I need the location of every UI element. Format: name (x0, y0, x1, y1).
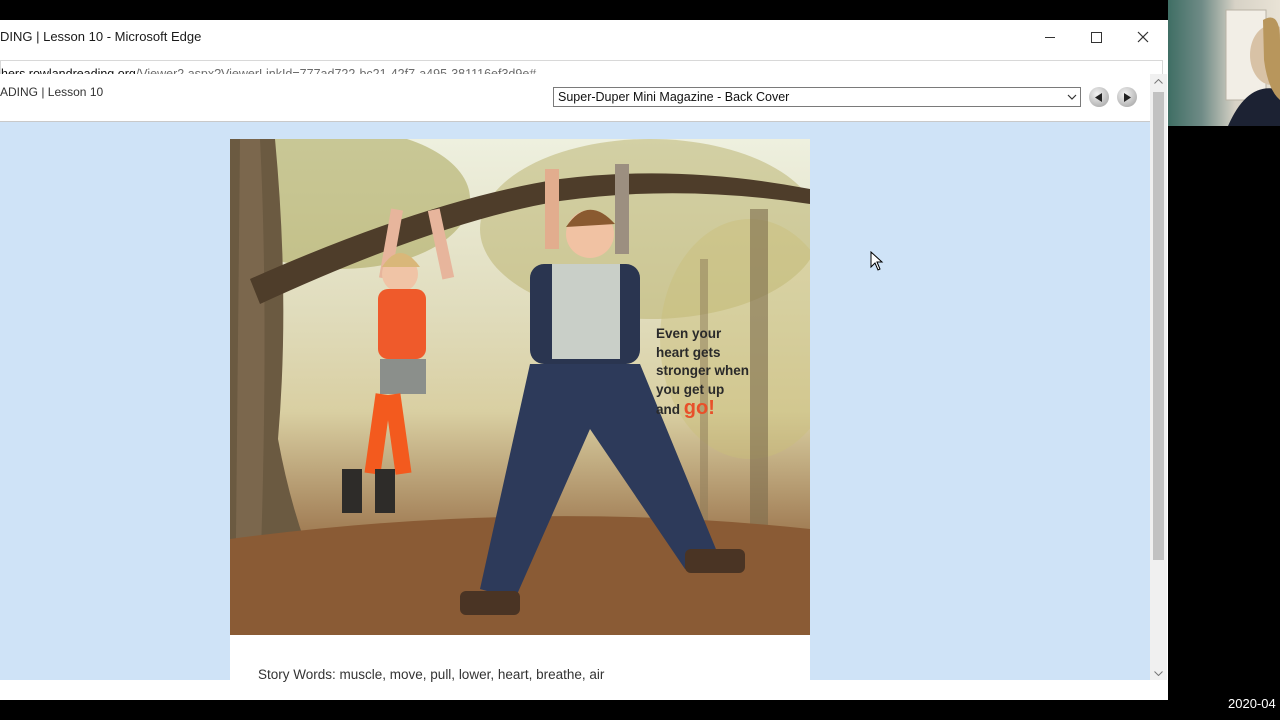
mouse-pointer-icon (870, 251, 884, 271)
chevron-down-icon (1154, 670, 1163, 676)
previous-page-button[interactable] (1089, 87, 1109, 107)
story-words: Story Words: muscle, move, pull, lower, … (258, 667, 605, 682)
breadcrumb: ADING | Lesson 10 (0, 85, 104, 99)
recording-timestamp: 2020-04 (1228, 696, 1276, 711)
close-button[interactable] (1121, 24, 1165, 50)
next-page-button[interactable] (1117, 87, 1137, 107)
minimize-icon (1045, 36, 1055, 38)
caption-line: heart gets (656, 344, 721, 360)
viewer-header: ADING | Lesson 10 Super-Duper Mini Magaz… (0, 74, 1150, 122)
caption-line-last: and go! (656, 397, 749, 420)
next-page-icon (1124, 92, 1131, 102)
caption-emphasis: go! (683, 397, 715, 419)
page-select-value: Super-Duper Mini Magazine - Back Cover (558, 90, 790, 104)
window-title: DING | Lesson 10 - Microsoft Edge (0, 29, 202, 44)
webcam-illustration (1225, 9, 1280, 126)
page-canvas: Even your heart gets stronger when you g… (0, 123, 1150, 699)
scroll-up-button[interactable] (1150, 74, 1167, 88)
scroll-thumb[interactable] (1153, 92, 1164, 560)
title-bar: DING | Lesson 10 - Microsoft Edge (0, 20, 1168, 53)
caption-line: stronger when (656, 363, 750, 378)
caption-line: and (656, 402, 681, 417)
chevron-down-icon (1064, 88, 1080, 106)
close-icon (1137, 31, 1149, 43)
minimize-button[interactable] (1028, 24, 1072, 50)
page-select[interactable]: Super-Duper Mini Magazine - Back Cover (553, 87, 1081, 107)
webcam-feed (1168, 0, 1280, 126)
maximize-icon (1090, 31, 1102, 43)
magazine-page: Even your heart gets stronger when you g… (230, 139, 810, 699)
viewer-content: ADING | Lesson 10 Super-Duper Mini Magaz… (0, 74, 1150, 699)
chevron-up-icon (1154, 78, 1163, 84)
cover-caption: Even your heart gets stronger when you g… (656, 325, 749, 420)
previous-page-icon (1095, 92, 1102, 102)
maximize-button[interactable] (1074, 24, 1118, 50)
vertical-scrollbar[interactable] (1150, 74, 1167, 680)
caption-line: Even your (656, 326, 722, 341)
scroll-down-button[interactable] (1150, 666, 1167, 680)
cover-photo: Even your heart gets stronger when you g… (230, 139, 810, 635)
